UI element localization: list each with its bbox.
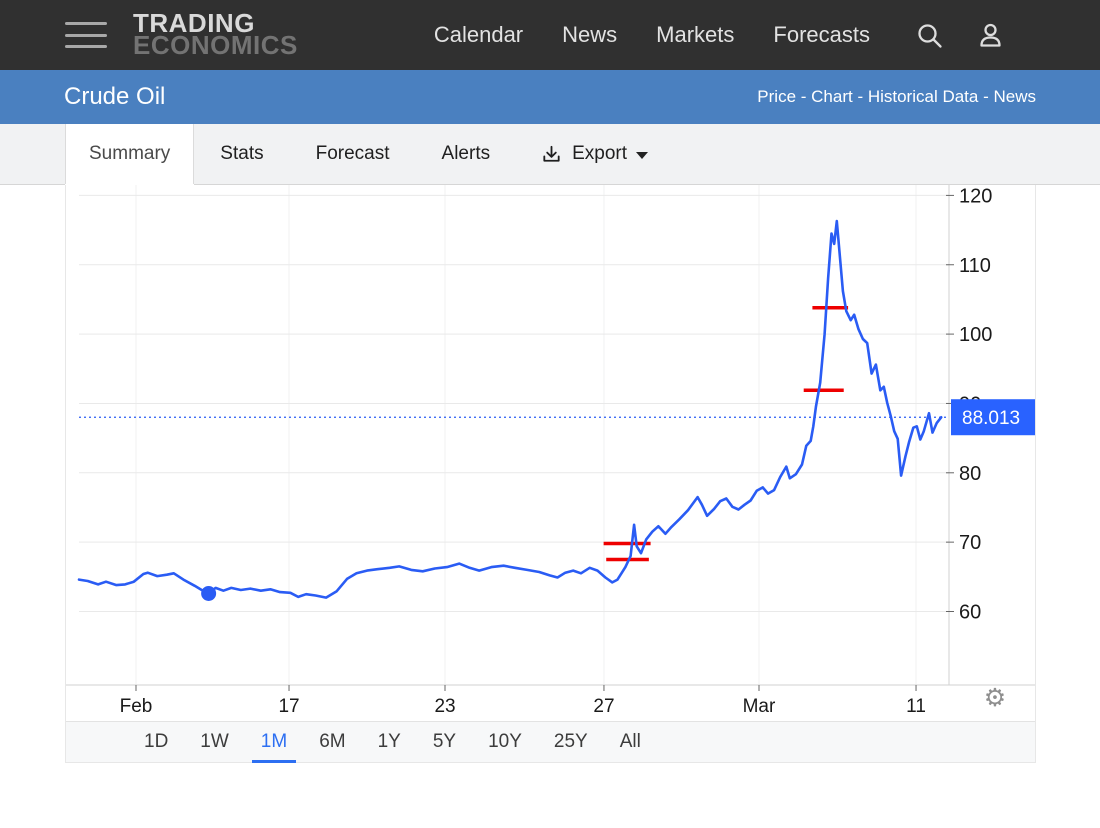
tab-strip: SummaryStatsForecastAlerts Export (0, 124, 1100, 185)
top-navbar: TRADING ECONOMICS Calendar News Markets For… (0, 0, 1100, 70)
download-icon (540, 143, 563, 166)
hamburger-bar (65, 34, 107, 37)
navbar-menu: Calendar News Markets Forecasts (434, 22, 870, 48)
chart-card: 60708090100110120Feb172327Mar1188.013 ⚙︎… (65, 185, 1036, 763)
page-title: Crude Oil (64, 83, 165, 111)
hamburger-bar (65, 45, 107, 48)
nav-item-forecasts[interactable]: Forecasts (773, 22, 870, 48)
tab-summary[interactable]: Summary (65, 124, 194, 184)
tab-alerts[interactable]: Alerts (416, 124, 517, 184)
range-all[interactable]: All (618, 731, 643, 753)
export-label: Export (572, 143, 627, 165)
x-axis-label: 27 (593, 696, 614, 717)
x-axis-label: 11 (906, 696, 926, 717)
price-line (79, 221, 941, 597)
title-links: Price - Chart - Historical Data - News (757, 87, 1036, 107)
page: TRADING ECONOMICS Calendar News Markets For… (0, 0, 1100, 828)
title-link-historical-data[interactable]: Historical Data (868, 87, 979, 106)
tab-stats[interactable]: Stats (194, 124, 289, 184)
nav-item-calendar[interactable]: Calendar (434, 22, 523, 48)
range-25y[interactable]: 25Y (552, 731, 590, 753)
y-axis-label: 100 (959, 324, 992, 346)
range-1m[interactable]: 1M (259, 731, 289, 753)
export-button[interactable]: Export (530, 124, 658, 184)
nav-item-markets[interactable]: Markets (656, 22, 734, 48)
title-link-news[interactable]: News (993, 87, 1036, 106)
y-axis-label: 70 (959, 532, 981, 554)
range-10y[interactable]: 10Y (486, 731, 524, 753)
data-point-marker (201, 586, 216, 601)
range-1y[interactable]: 1Y (376, 731, 403, 753)
search-icon[interactable] (916, 22, 943, 49)
hamburger-bar (65, 22, 107, 25)
title-link-price[interactable]: Price (757, 87, 796, 106)
trading-economics-logo[interactable]: TRADING ECONOMICS (133, 13, 298, 57)
x-axis-label: Mar (743, 696, 776, 717)
x-axis-label: 23 (434, 696, 455, 717)
gear-icon[interactable]: ⚙︎ (978, 682, 1012, 714)
range-1w[interactable]: 1W (198, 731, 231, 753)
title-link-chart[interactable]: Chart (811, 87, 853, 106)
title-link-separator: - (978, 87, 993, 106)
tab-forecast[interactable]: Forecast (290, 124, 416, 184)
range-selector: 1D 1W 1M 6M 1Y 5Y 10Y 25Y All (66, 721, 1035, 762)
hamburger-menu-icon[interactable] (65, 22, 107, 48)
y-axis-label: 80 (959, 463, 981, 485)
y-axis-label: 60 (959, 601, 981, 623)
x-axis-label: 17 (278, 696, 299, 717)
price-chart[interactable]: 60708090100110120Feb172327Mar1188.013 (66, 185, 1035, 722)
title-bar: Crude Oil Price - Chart - Historical Dat… (0, 70, 1100, 124)
tab-list: SummaryStatsForecastAlerts (65, 124, 516, 184)
title-link-separator: - (853, 87, 868, 106)
navbar-icons (916, 22, 1004, 49)
x-axis-label: Feb (120, 696, 153, 717)
user-icon[interactable] (977, 22, 1004, 49)
range-1d[interactable]: 1D (142, 731, 170, 753)
nav-item-news[interactable]: News (562, 22, 617, 48)
current-price-text: 88.013 (962, 408, 1020, 429)
caret-down-icon (636, 152, 648, 159)
y-axis-label: 110 (959, 255, 991, 277)
logo-line2: ECONOMICS (133, 35, 298, 57)
range-5y[interactable]: 5Y (431, 731, 458, 753)
title-link-separator: - (796, 87, 811, 106)
y-axis-label: 120 (959, 185, 992, 207)
range-6m[interactable]: 6M (317, 731, 347, 753)
